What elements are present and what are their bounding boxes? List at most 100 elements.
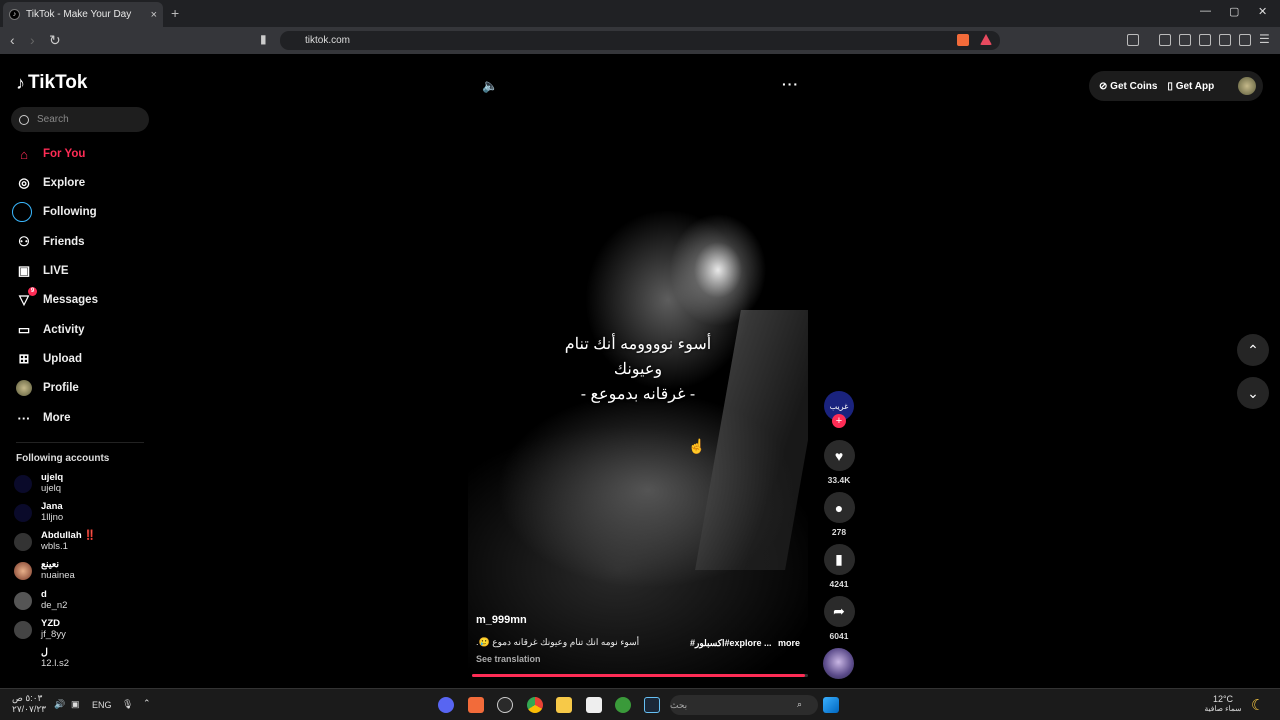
- sidebar-item-activity[interactable]: ▭ Activity: [16, 322, 85, 338]
- reload-button[interactable]: ↻: [49, 32, 61, 49]
- video-caption-overlay: أسوء نوووومه أنك تنام وعيونك - غرقانه بد…: [468, 332, 808, 407]
- sidebar-item-more[interactable]: ··· More: [16, 410, 71, 426]
- volume-icon[interactable]: 🔈: [482, 78, 498, 94]
- sidebar-item-label: Friends: [43, 236, 85, 248]
- follow-plus-button[interactable]: +: [832, 414, 846, 428]
- xbox-icon[interactable]: [615, 697, 631, 713]
- more-icon: ···: [17, 410, 31, 426]
- browser-tab-bar: ♪ TikTok - Make Your Day × + — ▢ ✕: [0, 0, 1280, 27]
- sidebar-item-following[interactable]: Following: [12, 202, 97, 222]
- following-account[interactable]: d de_n2: [14, 589, 67, 611]
- file-explorer-icon[interactable]: [556, 697, 572, 713]
- following-account[interactable]: Jana 1lljno: [14, 501, 63, 523]
- obs-icon[interactable]: [497, 697, 513, 713]
- weather-widget[interactable]: 12°C سماء صافية: [1200, 694, 1246, 714]
- store-icon[interactable]: [586, 697, 602, 713]
- activity-icon: ▭: [17, 322, 31, 337]
- brave-icon[interactable]: [468, 697, 484, 713]
- browser-tab[interactable]: ♪ TikTok - Make Your Day ×: [3, 2, 163, 27]
- compass-icon: ◎: [18, 175, 30, 190]
- avatar: [14, 562, 32, 580]
- next-video-button[interactable]: ⌄: [1237, 377, 1269, 409]
- sidebar-item-label: Messages: [43, 294, 98, 306]
- speaker-icon[interactable]: 🔊: [54, 699, 65, 710]
- new-tab-button[interactable]: +: [171, 5, 179, 21]
- media-icon[interactable]: [1159, 34, 1171, 46]
- music-disc-icon[interactable]: [823, 648, 854, 679]
- forward-button[interactable]: ›: [30, 32, 35, 48]
- video-more-options-icon[interactable]: ···: [782, 76, 799, 92]
- video-player[interactable]: أسوء نوووومه أنك تنام وعيونك - غرقانه بد…: [468, 70, 808, 676]
- get-app-button[interactable]: ▯ Get App: [1167, 81, 1214, 92]
- brave-rewards-icon[interactable]: [980, 34, 992, 45]
- description-more-button[interactable]: more: [778, 638, 800, 648]
- like-action[interactable]: ♥ 33.4K: [823, 440, 855, 485]
- account-handle: wbls.1: [41, 541, 68, 552]
- avatar: [14, 504, 32, 522]
- steam-icon[interactable]: [644, 697, 660, 713]
- following-account[interactable]: Abdullah ‼️ wbls.1: [14, 530, 96, 552]
- vpn-icon[interactable]: [1239, 34, 1251, 46]
- share-icon[interactable]: ➦: [823, 596, 855, 627]
- sidebar-item-upload[interactable]: ⊞ Upload: [16, 351, 82, 367]
- messages-icon: ▽ 9: [16, 287, 37, 308]
- window-close-icon[interactable]: ✕: [1258, 5, 1267, 18]
- video-hashtags[interactable]: #اكسبلور#explore ...: [690, 638, 772, 649]
- wallet-icon[interactable]: [1199, 34, 1211, 46]
- tiktok-logo[interactable]: ♪ TikTok: [16, 72, 87, 94]
- back-button[interactable]: ‹: [10, 32, 15, 48]
- account-name: d: [41, 589, 47, 600]
- video-progress-bar[interactable]: [472, 674, 808, 677]
- account-handle: 1lljno: [41, 512, 64, 523]
- clock[interactable]: ٥:٠٣ ص ٢٧/٠٧/٢٣: [12, 693, 46, 715]
- bookmark-icon[interactable]: ▮: [260, 32, 267, 46]
- brave-shield-icon[interactable]: [957, 34, 969, 46]
- tab-close-icon[interactable]: ×: [151, 9, 157, 21]
- avatar: [14, 533, 32, 551]
- following-account[interactable]: نعينع nuainea: [14, 559, 75, 581]
- tray-chevron-icon[interactable]: ⌃: [143, 698, 151, 709]
- get-coins-button[interactable]: ⊘ Get Coins: [1099, 81, 1157, 92]
- network-icon[interactable]: ▣: [71, 699, 80, 710]
- clock-date: ٢٧/٠٧/٢٣: [12, 704, 47, 714]
- language-indicator[interactable]: ENG: [92, 700, 112, 710]
- sidebar-item-friends[interactable]: ⚇ Friends: [16, 234, 85, 250]
- user-avatar[interactable]: [1238, 77, 1257, 95]
- windows-start-icon[interactable]: [823, 697, 839, 713]
- microphone-icon[interactable]: 🎙: [122, 699, 133, 710]
- heart-icon[interactable]: ♥: [823, 440, 855, 471]
- sidebar-item-label: More: [43, 412, 71, 424]
- menu-icon[interactable]: ☰: [1259, 32, 1270, 46]
- sidebar-item-live[interactable]: ▣ LIVE: [16, 263, 69, 279]
- see-translation-link[interactable]: See translation: [476, 654, 541, 664]
- following-account[interactable]: ل 12.l.s2: [14, 647, 69, 669]
- comment-action[interactable]: ● 278: [823, 492, 855, 537]
- search-input[interactable]: Search: [11, 107, 149, 132]
- discord-icon[interactable]: [438, 697, 454, 713]
- video-author[interactable]: m_999mn: [476, 614, 527, 626]
- maximize-icon[interactable]: ▢: [1229, 5, 1239, 18]
- leo-ai-icon[interactable]: [1219, 34, 1231, 46]
- comment-icon[interactable]: ●: [823, 492, 855, 523]
- sidebar-item-label: Profile: [43, 382, 79, 394]
- sidebar-toggle-icon[interactable]: [1179, 34, 1191, 46]
- bookmark-icon[interactable]: ▮: [823, 544, 855, 575]
- following-account[interactable]: ujelq ujelq: [14, 472, 63, 494]
- taskbar-search[interactable]: بحث: [670, 695, 818, 715]
- account-name: YZD: [41, 618, 60, 629]
- minimize-icon[interactable]: —: [1200, 5, 1211, 17]
- sidebar-item-profile[interactable]: Profile: [16, 380, 79, 396]
- following-account[interactable]: YZD jf_8yy: [14, 618, 66, 640]
- tiktok-favicon-icon: ♪: [9, 9, 20, 20]
- sidebar-item-messages[interactable]: ▽ 9 Messages: [16, 287, 98, 308]
- messages-badge: 9: [28, 287, 37, 296]
- share-action[interactable]: ➦ 6041: [823, 596, 855, 641]
- home-icon: ⌂: [20, 146, 28, 162]
- url-field[interactable]: tiktok.com: [280, 31, 1000, 50]
- extension-icon[interactable]: [1127, 34, 1139, 46]
- sidebar-item-explore[interactable]: ◎ Explore: [16, 175, 85, 191]
- sidebar-item-for-you[interactable]: ⌂ For You: [16, 146, 85, 162]
- save-action[interactable]: ▮ 4241: [823, 544, 855, 589]
- chrome-icon[interactable]: [527, 697, 543, 713]
- previous-video-button[interactable]: ⌃: [1237, 334, 1269, 366]
